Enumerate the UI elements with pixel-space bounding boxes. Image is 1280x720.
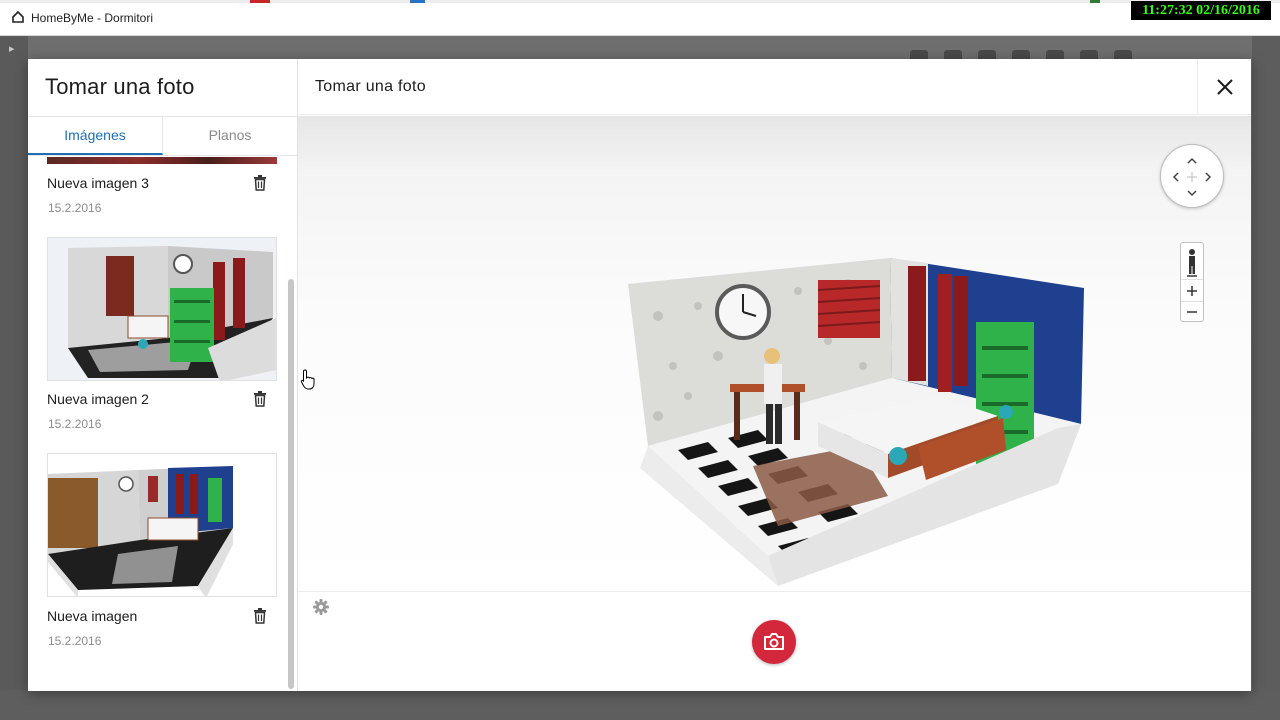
room-render-thumbnail: [48, 454, 276, 596]
room-3d-render: [628, 258, 1084, 586]
tab-plans[interactable]: Planos: [163, 117, 297, 155]
image-list: Nueva imagen 3 15.2.2016 Nueva imagen 2 …: [28, 157, 288, 691]
image-date: 15.2.2016: [48, 417, 102, 431]
clock-overlay: 11:27:32 02/16/2016: [1131, 1, 1271, 20]
take-photo-button[interactable]: [752, 620, 796, 664]
tab-images[interactable]: Imágenes: [28, 117, 163, 155]
window-titlebar: HomeByMe - Dormitori: [0, 0, 1280, 36]
image-name: Nueva imagen 3: [47, 175, 149, 191]
pan-arrows-icon: [1172, 157, 1212, 197]
image-date: 15.2.2016: [48, 201, 102, 215]
viewer-header: Tomar una foto: [298, 59, 1251, 115]
zoom-in-button[interactable]: [1181, 279, 1203, 301]
person-icon: [1187, 249, 1197, 277]
trash-icon[interactable]: [251, 390, 269, 408]
image-name: Nueva imagen 2: [47, 391, 149, 407]
background-right-panel: [1252, 36, 1280, 720]
viewer-footer: [298, 591, 1251, 691]
trash-icon[interactable]: [251, 607, 269, 625]
image-thumbnail[interactable]: [47, 157, 277, 164]
background-bottom-bar: [0, 690, 1280, 720]
plus-icon: [1187, 286, 1197, 296]
minus-icon: [1187, 311, 1197, 313]
images-panel: Tomar una foto Imágenes Planos Nueva ima…: [28, 59, 298, 691]
camera-icon: [764, 633, 784, 650]
hand-cursor-icon: [300, 369, 315, 390]
panel-tabs: Imágenes Planos: [28, 116, 297, 156]
image-thumbnail[interactable]: [47, 237, 277, 381]
chevron-right-icon: ▸: [9, 43, 15, 55]
list-scrollbar[interactable]: [288, 279, 294, 689]
pan-navigation-control[interactable]: [1160, 144, 1224, 208]
side-collapse-tab[interactable]: ▸: [0, 36, 28, 720]
zoom-control: [1180, 242, 1204, 322]
taskbar-strip: [0, 0, 1280, 3]
close-icon: [1217, 79, 1233, 95]
take-photo-dialog: Tomar una foto Imágenes Planos Nueva ima…: [28, 59, 1251, 691]
room-render-thumbnail: [48, 238, 276, 380]
homebyme-logo-icon: [12, 10, 24, 23]
image-thumbnail[interactable]: [47, 453, 277, 597]
image-name: Nueva imagen: [47, 608, 138, 624]
close-button[interactable]: [1197, 59, 1251, 115]
gear-icon[interactable]: [312, 598, 330, 616]
walk-person-button[interactable]: [1181, 243, 1203, 279]
viewer-title: Tomar una foto: [315, 78, 426, 95]
panel-title: Tomar una foto: [45, 74, 195, 99]
image-date: 15.2.2016: [48, 634, 102, 648]
window-title: HomeByMe - Dormitori: [31, 11, 154, 25]
zoom-out-button[interactable]: [1181, 301, 1203, 322]
trash-icon[interactable]: [251, 174, 269, 192]
3d-viewport[interactable]: [298, 116, 1251, 591]
